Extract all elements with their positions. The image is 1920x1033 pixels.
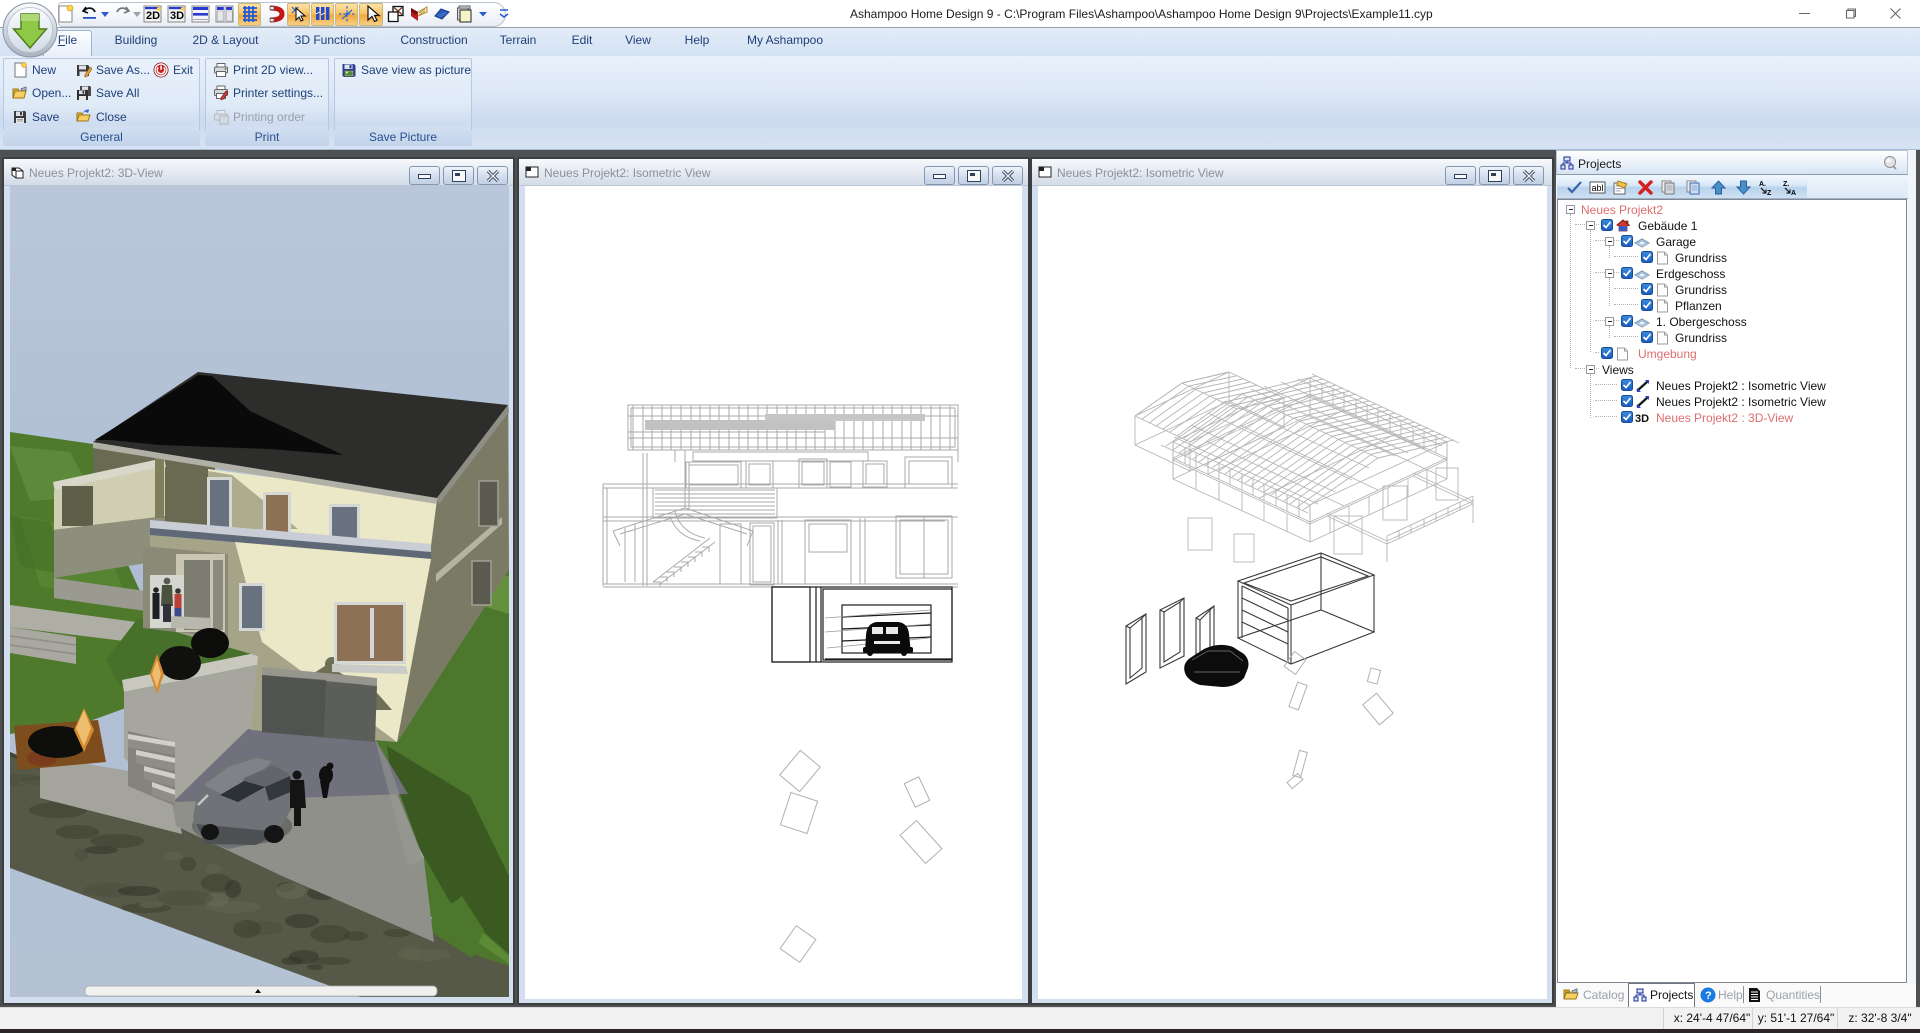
svg-text:2D: 2D: [146, 10, 160, 22]
svg-text:abl: abl: [1592, 183, 1604, 193]
svg-text:?: ?: [1705, 990, 1712, 1002]
svg-text:3D: 3D: [170, 10, 184, 22]
svg-text:Z.: Z.: [1783, 181, 1789, 188]
svg-text:A.: A.: [1759, 181, 1766, 188]
svg-text:A: A: [1791, 190, 1796, 197]
svg-text:3D: 3D: [1635, 413, 1649, 424]
svg-text:Z: Z: [1767, 190, 1772, 197]
